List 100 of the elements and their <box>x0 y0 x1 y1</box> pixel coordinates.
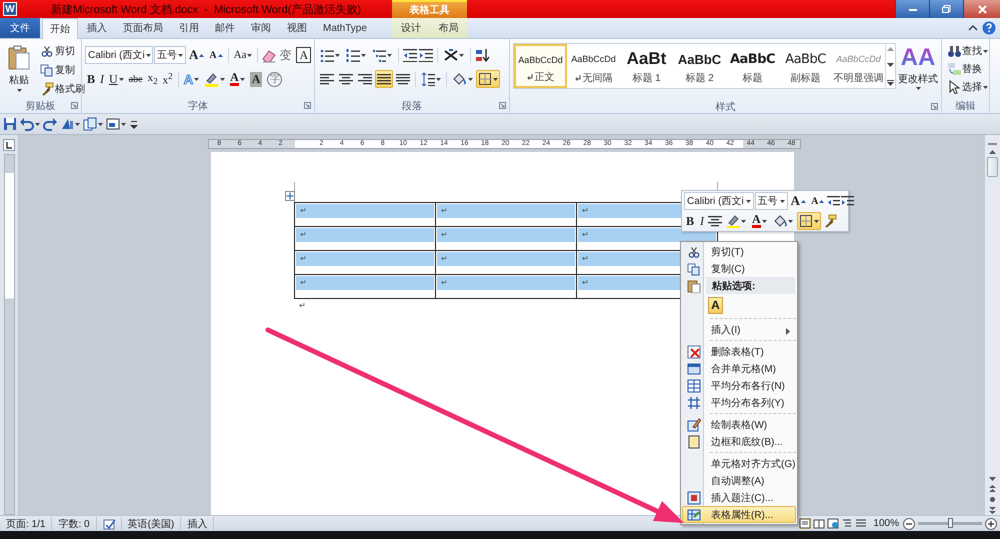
ribbon-tab[interactable]: 开始 <box>42 18 78 39</box>
replace-button[interactable]: 替换 <box>945 60 986 78</box>
draft-view-icon[interactable] <box>855 518 868 529</box>
character-border-button[interactable]: A <box>294 46 314 64</box>
print-layout-icon[interactable] <box>799 518 812 529</box>
numbering-button[interactable] <box>344 46 368 64</box>
subscript-button[interactable]: x$_{2}$ <box>146 70 160 88</box>
collapse-ribbon-icon[interactable] <box>968 24 978 32</box>
menu-item[interactable]: 边框和底纹(B)... <box>682 433 796 450</box>
save-icon[interactable] <box>3 117 17 131</box>
enclose-character-button[interactable]: 字 <box>265 70 284 88</box>
minimize-button[interactable] <box>895 0 930 18</box>
split-icon[interactable] <box>987 140 998 146</box>
zoom-out-icon[interactable] <box>903 518 915 530</box>
language[interactable]: 英语(美国) <box>122 517 182 530</box>
ribbon-tab[interactable]: 引用 <box>172 18 206 38</box>
font-name-field[interactable]: Calibri (西文i <box>684 192 754 210</box>
scroll-down-icon[interactable] <box>988 475 997 482</box>
dialog-launcher-icon[interactable] <box>304 102 311 109</box>
superscript-button[interactable]: x$^{2}$ <box>160 70 175 88</box>
paste-option-button[interactable]: A <box>708 296 723 314</box>
format-icon[interactable] <box>60 117 74 131</box>
ribbon-tab[interactable]: 视图 <box>280 18 314 38</box>
grow-font-button[interactable]: A <box>187 46 206 64</box>
menu-item[interactable]: 合并单元格(M) <box>682 360 796 377</box>
more-styles-icon[interactable] <box>887 80 894 86</box>
phonetic-guide-button[interactable]: 变 <box>277 46 294 64</box>
table-cell[interactable]: ↵ <box>294 274 436 298</box>
menu-item[interactable]: 单元格对齐方式(G) <box>682 455 796 472</box>
shrink-font-button[interactable]: A <box>809 192 826 210</box>
zoom-in-icon[interactable] <box>985 518 997 530</box>
menu-item[interactable]: 插入题注(C)... <box>682 489 796 506</box>
menu-item[interactable]: 删除表格(T) <box>682 343 796 360</box>
table-move-handle-icon[interactable] <box>285 191 295 201</box>
copy-button[interactable]: 复制 <box>38 61 87 79</box>
borders-button[interactable] <box>796 212 821 230</box>
format-painter-button[interactable]: 格式刷 <box>38 80 87 98</box>
menu-item[interactable]: 平均分布各行(N) <box>682 377 796 394</box>
paste-button[interactable]: 粘贴 <box>3 42 35 98</box>
ribbon-tab[interactable]: 邮件 <box>208 18 242 38</box>
page-count[interactable]: 页面: 1/1 <box>0 517 52 530</box>
ribbon-tab[interactable]: 布局 <box>431 18 466 38</box>
dialog-launcher-icon[interactable] <box>71 102 78 109</box>
align-justify-button[interactable] <box>375 70 393 88</box>
style-item[interactable]: AaBbC 副标题 <box>779 44 832 88</box>
increase-indent-icon[interactable] <box>841 194 854 208</box>
scroll-up-icon[interactable] <box>887 46 894 51</box>
decrease-indent-icon[interactable] <box>403 48 417 62</box>
format-painter-icon[interactable] <box>822 214 837 228</box>
character-shading-button[interactable]: A <box>248 70 264 88</box>
font-color-button[interactable]: A <box>228 70 247 88</box>
strikethrough-button[interactable]: abe <box>126 70 145 88</box>
close-button[interactable] <box>963 0 1000 18</box>
select-button[interactable]: 选择 <box>945 78 986 96</box>
style-item[interactable]: AaBbC 标题 2 <box>673 44 726 88</box>
grow-font-button[interactable]: A <box>788 192 808 210</box>
menu-item[interactable]: 平均分布各列(Y) <box>682 394 796 411</box>
browse-object-icon[interactable] <box>988 495 997 504</box>
dialog-launcher-icon[interactable] <box>931 103 938 110</box>
sort-icon[interactable] <box>475 48 490 62</box>
restore-button[interactable] <box>929 0 964 18</box>
underline-button[interactable]: U <box>107 70 126 88</box>
shrink-font-button[interactable]: A <box>207 46 225 64</box>
style-item[interactable]: AaBbC 标题 <box>726 44 779 88</box>
ribbon-tab[interactable]: 设计 <box>394 18 428 38</box>
previous-page-icon[interactable] <box>988 484 997 493</box>
undo-icon[interactable] <box>20 117 34 131</box>
table-cell[interactable]: ↵ <box>436 226 576 250</box>
frame-icon[interactable] <box>106 117 120 131</box>
change-styles-button[interactable]: AA 更改样式 <box>896 42 940 100</box>
table-cell[interactable]: ↵ <box>294 226 436 250</box>
menu-item[interactable]: 插入(I) <box>682 321 796 338</box>
increase-indent-icon[interactable] <box>419 48 433 62</box>
web-layout-icon[interactable] <box>827 518 840 529</box>
line-spacing-button[interactable] <box>419 70 443 88</box>
proofing-icon[interactable] <box>102 518 115 530</box>
ribbon-tab[interactable]: 审阅 <box>244 18 278 38</box>
table-cell[interactable]: ↵ <box>294 202 436 226</box>
reading-view-icon[interactable] <box>813 518 826 529</box>
ribbon-tab[interactable]: 插入 <box>80 18 114 38</box>
slider-thumb[interactable] <box>948 518 953 528</box>
scroll-thumb[interactable] <box>987 157 998 177</box>
font-name-field[interactable]: Calibri (西文i <box>85 46 153 64</box>
zoom-level[interactable]: 100% <box>873 518 899 529</box>
bold-button[interactable]: B <box>85 70 98 88</box>
borders-button[interactable] <box>476 70 500 88</box>
find-button[interactable]: 查找 <box>945 42 986 60</box>
tab-selector-icon[interactable] <box>3 139 15 151</box>
font-size-field[interactable]: 五号 <box>154 46 186 64</box>
style-item[interactable]: AaBbCcDd 无间隔 <box>567 44 620 88</box>
table-cell[interactable]: ↵ <box>436 274 576 298</box>
menu-item[interactable]: 绘制表格(W) <box>682 416 796 433</box>
insert-mode[interactable]: 插入 <box>181 517 214 530</box>
pages-icon[interactable] <box>83 117 97 131</box>
menu-item[interactable]: 表格属性(R)... <box>682 506 796 523</box>
font-color-button[interactable]: A <box>750 212 769 230</box>
word-count[interactable]: 字数: 0 <box>52 517 97 530</box>
ribbon-tab[interactable]: 页面布局 <box>116 18 170 38</box>
cut-button[interactable]: 剪切 <box>38 42 87 60</box>
outline-view-icon[interactable] <box>841 518 854 529</box>
